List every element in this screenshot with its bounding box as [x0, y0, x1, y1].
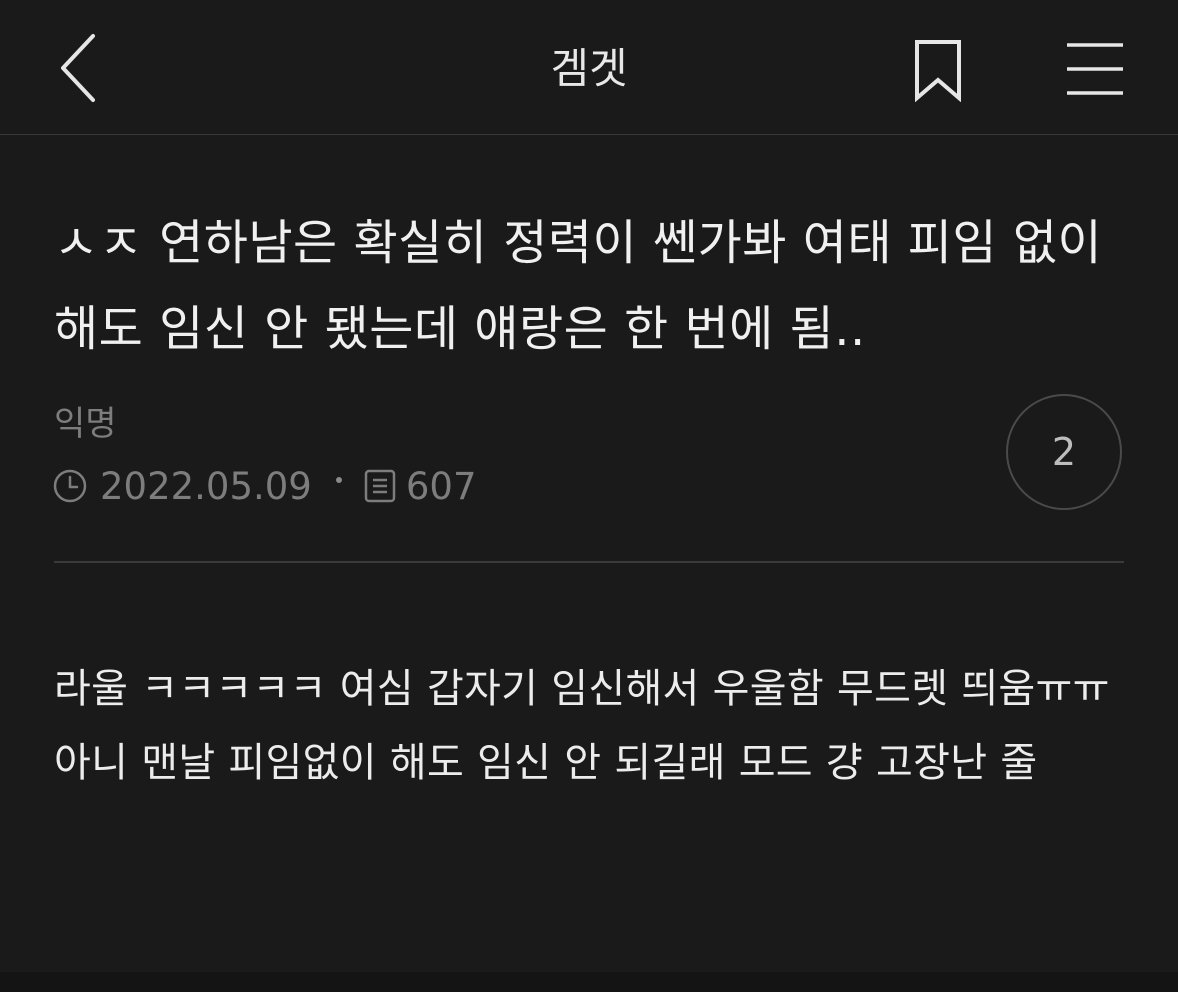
clock-icon: [52, 468, 88, 504]
top-navigation-bar: 겜겟: [0, 0, 1178, 135]
view-count-icon: [364, 469, 396, 503]
comment-count-button[interactable]: 2: [1006, 394, 1122, 510]
content-divider: [54, 561, 1124, 563]
menu-button[interactable]: [1058, 32, 1132, 106]
board-title: 겜겟: [550, 44, 628, 93]
bookmark-button[interactable]: [905, 32, 971, 108]
post-author: 익명: [54, 404, 117, 444]
bottom-strip: [0, 972, 1178, 992]
post-body: 라울 ㅋㅋㅋㅋㅋ 여심 갑자기 임신해서 우울함 무드렛 띄움ㅠㅠ 아니 맨날 …: [54, 666, 1110, 786]
meta-separator-dot: [335, 477, 342, 483]
post-meta: 2022.05.09 607: [52, 462, 476, 510]
bookmark-icon: [915, 40, 961, 102]
hamburger-menu-icon: [1067, 43, 1123, 95]
post-title: ㅅㅈ 연하남은 확실히 정력이 쎈가봐 여태 피임 없이 해도 임신 안 됐는데…: [54, 215, 1103, 357]
post-date: 2022.05.09: [100, 464, 312, 508]
post-view-count: 607: [405, 464, 477, 508]
